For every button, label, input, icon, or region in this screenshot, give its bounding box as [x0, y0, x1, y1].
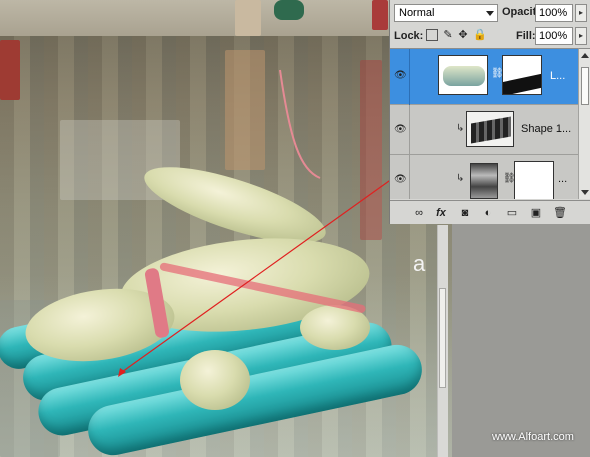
adjustment-thumbnail: [470, 163, 498, 199]
green-bucket: [274, 0, 304, 20]
visibility-toggle[interactable]: 👁: [390, 105, 410, 155]
visibility-toggle[interactable]: 👁: [390, 49, 410, 105]
fill-label: Fill:: [516, 30, 536, 42]
layer-mask-thumbnail[interactable]: [514, 161, 554, 199]
scroll-up-icon[interactable]: [581, 53, 589, 58]
lock-row: Lock: ✎ ✥ 🔒 Fill: 100% ▸: [390, 26, 590, 46]
layer-row[interactable]: 👁 ↳ ⛓ ...: [390, 155, 578, 199]
layer-thumbnail: [438, 55, 488, 95]
fx-icon[interactable]: fx: [434, 206, 448, 220]
opacity-field[interactable]: 100%: [535, 4, 573, 22]
scroll-down-icon[interactable]: [581, 190, 589, 195]
adjustment-icon[interactable]: ◐: [481, 206, 495, 220]
layer-thumbnail: [466, 111, 514, 147]
canvas-scrollbar-thumb[interactable]: [439, 288, 446, 388]
blend-mode-value: Normal: [399, 7, 435, 19]
blend-mode-select[interactable]: Normal: [394, 4, 498, 22]
mask-icon[interactable]: ◙: [458, 206, 472, 220]
red-post: [372, 0, 388, 30]
fill-stepper-button[interactable]: ▸: [575, 27, 587, 45]
canvas-letter: a: [413, 251, 426, 276]
lock-position-icon[interactable]: ✥: [457, 29, 469, 41]
link-icon[interactable]: ∞: [412, 206, 426, 220]
layer-row[interactable]: 👁 ⛓ L...: [390, 49, 578, 105]
layers-list: 👁 ⛓ L... 👁 ↳ Shape 1... 👁 ↳ ⛓ ...: [390, 48, 578, 199]
clipping-arrow-icon: ↳: [456, 123, 465, 134]
layer-row[interactable]: 👁 ↳ Shape 1...: [390, 105, 578, 155]
eye-icon: 👁: [394, 174, 407, 185]
clipping-arrow-icon: ↳: [456, 173, 465, 184]
post-reflection: [360, 60, 382, 240]
layer-mask-thumbnail[interactable]: [502, 55, 542, 95]
opacity-stepper-button[interactable]: ▸: [575, 4, 587, 22]
red-reflection-left: [0, 40, 20, 100]
layers-scrollbar[interactable]: [578, 48, 590, 199]
layers-footer: ∞ fx ◙ ◐ ▭ ▣ 🗑: [390, 200, 590, 224]
lock-all-icon[interactable]: 🔒: [473, 29, 487, 41]
layer-name: L...: [550, 70, 566, 82]
eye-icon: 👁: [394, 124, 407, 135]
blend-row: Normal Opacity: 100% ▸: [390, 4, 590, 24]
person-legs: [235, 0, 261, 36]
visibility-toggle[interactable]: 👁: [390, 155, 410, 199]
folder-icon[interactable]: ▭: [505, 206, 519, 220]
new-layer-icon[interactable]: ▣: [529, 206, 543, 220]
layer-name: Shape 1...: [521, 123, 572, 135]
chain-icon[interactable]: ⛓: [491, 68, 504, 82]
person-reflection: [225, 50, 265, 170]
chain-icon[interactable]: ⛓: [503, 173, 516, 187]
lock-label: Lock:: [394, 30, 424, 42]
layer-name: ...: [558, 173, 568, 185]
fill-field[interactable]: 100%: [535, 27, 573, 45]
layers-panel: Normal Opacity: 100% ▸ Lock: ✎ ✥ 🔒 Fill:…: [389, 0, 590, 224]
layers-scrollbar-thumb[interactable]: [581, 67, 589, 105]
trash-icon[interactable]: 🗑: [553, 206, 567, 220]
lock-pixels-icon[interactable]: ✎: [442, 29, 454, 41]
lock-transparent-icon[interactable]: [426, 29, 438, 41]
credit-text: www.Alfoart.com: [492, 431, 574, 443]
chevron-down-icon: [486, 11, 494, 16]
alligator-leg: [180, 350, 250, 410]
eye-icon: 👁: [394, 70, 407, 81]
